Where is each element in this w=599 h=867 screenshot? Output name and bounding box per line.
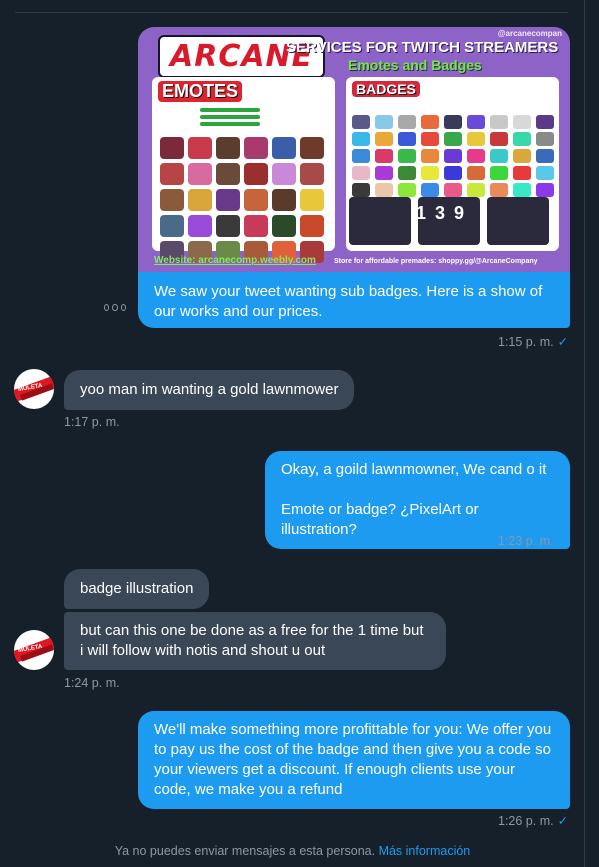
more-info-link[interactable]: Más información [379, 844, 471, 858]
message-timestamp: 1:15 p. m. ✓ [498, 334, 568, 349]
pack-numbers: 1 3 9 [416, 203, 467, 223]
pack-recolor [487, 197, 549, 245]
badge-thumbnails [352, 115, 556, 197]
emote-price-lines [200, 105, 260, 129]
emotes-panel: EMOTES [152, 77, 335, 263]
badges-panel: BADGES 1 3 9 [346, 77, 559, 251]
message-bubble-outgoing[interactable]: We'll make something more profittable fo… [138, 711, 570, 809]
avatar[interactable]: MULETA [14, 630, 54, 670]
media-handle: @arcanecompan [497, 29, 562, 38]
media-store-note: Store for affordable premades: shoppy.gg… [334, 258, 538, 265]
message-timestamp: 1:23 p. m. ✓ [498, 533, 568, 548]
message-bubble-incoming[interactable]: but can this one be done as a free for t… [64, 612, 446, 670]
avatar[interactable]: MULETA [14, 369, 54, 409]
message-timestamp: 1:26 p. m. ✓ [498, 813, 568, 828]
message-bubble-incoming[interactable]: badge illustration [64, 569, 210, 609]
read-check-icon: ✓ [557, 534, 569, 548]
emotes-title: EMOTES [158, 81, 243, 102]
message-timestamp: 1:17 p. m. [64, 415, 120, 429]
badges-title: BADGES [352, 81, 420, 97]
more-options-icon[interactable] [104, 304, 126, 312]
read-check-icon: ✓ [557, 814, 569, 828]
message-bubble-incoming[interactable]: yoo man im wanting a gold lawnmower [64, 370, 355, 410]
media-website: Website: arcanecomp.weebly.com [154, 255, 316, 266]
timestamp-text: 1:26 p. m. [498, 814, 554, 828]
emote-thumbnails [160, 137, 324, 263]
media-attachment-image[interactable]: @arcanecompan ARCANE SERVICES FOR TWITCH… [138, 27, 570, 272]
media-tagline: SERVICES FOR TWITCH STREAMERS [286, 39, 559, 56]
blocked-notice: Ya no puedes enviar mensajes a esta pers… [0, 844, 585, 858]
message-bubble-outgoing[interactable]: We saw your tweet wanting sub badges. He… [138, 272, 570, 328]
timestamp-text: 1:23 p. m. [498, 534, 554, 548]
message-line: Okay, a goild lawnmowner, We cand o it [281, 461, 547, 478]
blocked-notice-text: Ya no puedes enviar mensajes a esta pers… [114, 844, 376, 858]
scrollbar[interactable] [585, 0, 599, 867]
message-timestamp: 1:24 p. m. [64, 676, 120, 690]
read-check-icon: ✓ [557, 335, 569, 349]
timestamp-text: 1:15 p. m. [498, 335, 554, 349]
top-divider [15, 12, 568, 13]
pack-unique-design [349, 197, 411, 245]
media-subtitle: Emotes and Badges [348, 57, 482, 73]
